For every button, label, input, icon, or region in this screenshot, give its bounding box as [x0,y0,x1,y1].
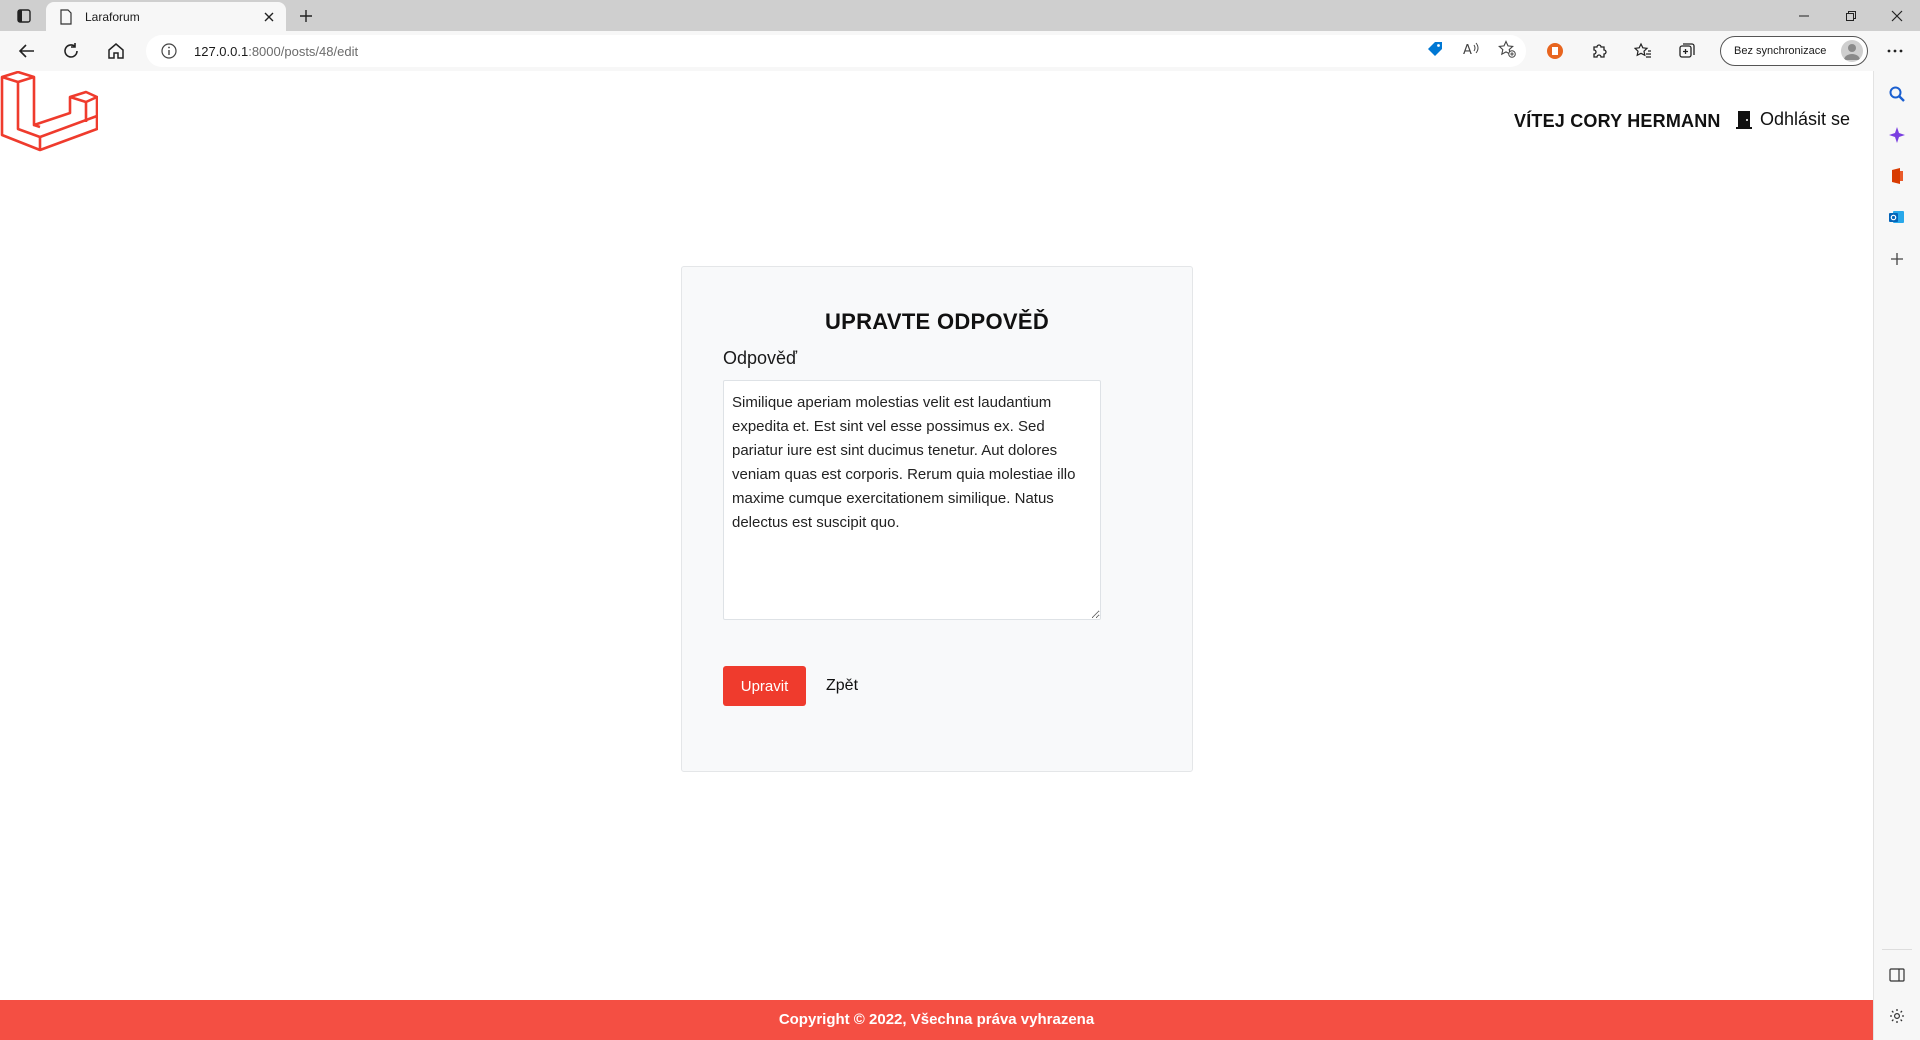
close-window-icon[interactable] [1874,0,1920,31]
logout-label: Odhlásit se [1760,109,1851,129]
footer: Copyright © 2022, Všechna práva vyhrazen… [0,1000,1873,1040]
browser-tab-bar: Laraforum [0,0,1920,31]
hide-sidebar-icon[interactable] [1886,964,1908,986]
copyright-text: Copyright © 2022, Všechna práva vyhrazen… [778,1011,1095,1028]
home-icon[interactable] [101,36,131,66]
reload-icon[interactable] [56,36,86,66]
collections-icon[interactable] [1672,36,1702,66]
minimize-icon[interactable] [1781,0,1827,31]
browser-toolbar: 127.0.0.1:8000/posts/48/edit A Bez synch… [0,31,1920,72]
back-arrow-icon[interactable] [12,36,42,66]
outlook-icon[interactable] [1886,206,1908,228]
profile-button[interactable]: Bez synchronizace [1720,36,1868,66]
office-icon[interactable] [1886,165,1908,187]
search-icon[interactable] [1886,83,1908,105]
web-page: VÍTEJ CORY HERMANN Odhlásit se UPRAVTE O… [0,71,1873,1040]
extension-shield-icon[interactable] [1540,36,1570,66]
more-menu-icon[interactable] [1880,36,1910,66]
answer-label: Odpověď [723,348,798,368]
read-aloud-icon[interactable]: A [1462,40,1480,63]
add-icon[interactable] [1886,248,1908,270]
sidebar-divider [1882,949,1912,950]
extensions-icon[interactable] [1584,36,1614,66]
info-icon[interactable] [160,42,178,60]
logout-link[interactable]: Odhlásit se [1736,109,1850,130]
close-tab-icon[interactable] [258,6,280,28]
edge-sidebar [1873,71,1920,1040]
page-title: UPRAVTE ODPOVĚĎ [824,309,1050,334]
settings-gear-icon[interactable] [1886,1005,1908,1027]
svg-text:A: A [1463,43,1472,58]
browser-tab[interactable]: Laraforum [46,2,286,31]
edit-answer-card: UPRAVTE ODPOVĚĎ Odpověď Similique aperia… [681,266,1193,772]
tab-actions-icon[interactable] [10,4,38,28]
user-greeting: VÍTEJ CORY HERMANN [1514,111,1721,131]
sparkle-icon[interactable] [1886,124,1908,146]
door-icon [1736,110,1752,129]
profile-label: Bez synchronizace [1734,45,1827,57]
answer-textarea[interactable]: Similique aperiam molestias velit est la… [723,380,1101,620]
update-button[interactable]: Upravit [723,666,806,706]
tab-title: Laraforum [85,9,140,24]
favorites-icon[interactable] [1628,36,1658,66]
document-icon [60,8,72,25]
back-link[interactable]: Zpět [826,677,858,695]
restore-icon[interactable] [1828,0,1874,31]
add-favorite-icon[interactable] [1498,39,1516,63]
url-text: 127.0.0.1:8000/posts/48/edit [194,43,359,59]
new-tab-icon[interactable] [294,4,318,28]
address-bar[interactable]: 127.0.0.1:8000/posts/48/edit A [146,35,1526,67]
avatar-icon [1841,40,1863,62]
laravel-logo-icon[interactable] [0,71,98,171]
price-tag-icon[interactable] [1426,40,1444,63]
